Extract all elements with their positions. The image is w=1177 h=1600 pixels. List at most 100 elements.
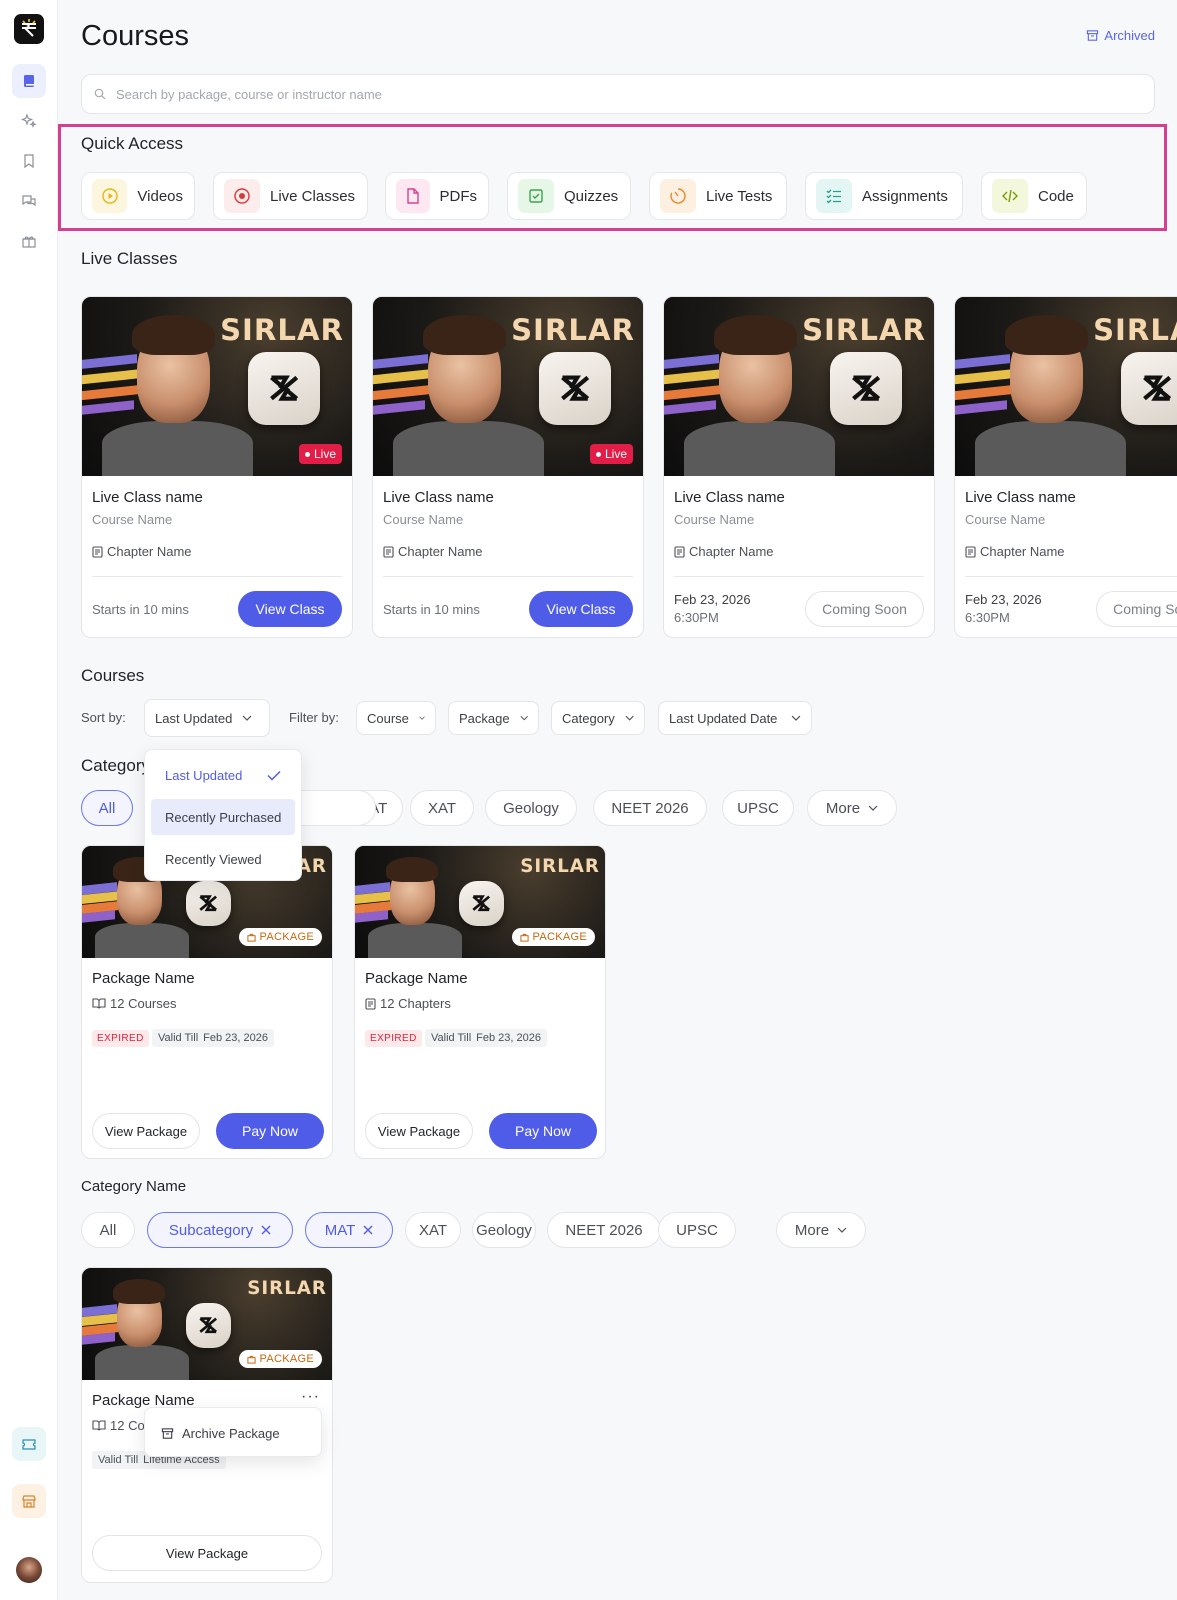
category-chip-neet-2026[interactable]: NEET 2026	[593, 790, 707, 826]
category-chip-xat[interactable]: XAT	[410, 790, 474, 826]
category-chip-all[interactable]: All	[81, 790, 133, 826]
filter-category-dropdown[interactable]: Category	[551, 701, 645, 735]
search-input[interactable]: Search by package, course or instructor …	[81, 74, 1155, 114]
live-class-card: SIRLAR Live Class name Course Name Chapter …	[663, 296, 935, 638]
category2-chip-neet-2026[interactable]: NEET 2026	[547, 1212, 661, 1248]
archived-label: Archived	[1104, 28, 1155, 43]
more-options-icon[interactable]: ···	[301, 1388, 320, 1406]
quick-access-videos-button[interactable]: Videos	[81, 172, 195, 220]
live-class-card: SIRLAR Live Class name Course Name Chapter …	[954, 296, 1177, 638]
live-class-name: Live Class name	[674, 489, 785, 506]
coming-soon-button[interactable]: Coming Soon	[1096, 591, 1177, 627]
filter-last-updated-date-dropdown[interactable]: Last Updated Date	[658, 701, 812, 735]
thumbnail-image: SIRLAR Live	[373, 297, 643, 476]
search-icon	[94, 88, 106, 100]
archived-link[interactable]: Archived	[1086, 28, 1155, 43]
category-title: Category	[81, 756, 150, 775]
quick-access-live-classes-button[interactable]: Live Classes	[213, 172, 368, 220]
view-package-button[interactable]: View Package	[92, 1113, 200, 1149]
class-date: Feb 23, 2026	[965, 592, 1042, 607]
view-class-button[interactable]: View Class	[529, 591, 633, 627]
view-class-button[interactable]: View Class	[238, 591, 342, 627]
package-count: 12 Courses	[92, 996, 176, 1011]
view-package-button[interactable]: View Package	[365, 1113, 473, 1149]
sidebar-item-courses[interactable]	[12, 64, 46, 98]
chip-label: All	[98, 799, 116, 817]
valid-value: Feb 23, 2026	[476, 1032, 541, 1044]
valid-value: Feb 23, 2026	[203, 1032, 268, 1044]
close-icon[interactable]	[363, 1225, 373, 1235]
sidebar-item-messages[interactable]	[12, 184, 46, 218]
quick-access-assignments-button[interactable]: Assignments	[805, 172, 963, 220]
quick-access-code-button[interactable]: Code	[981, 172, 1087, 220]
filter-course-dropdown[interactable]: Course	[356, 701, 436, 735]
book-open-icon	[92, 1420, 106, 1431]
quick-access-live-tests-button[interactable]: Live Tests	[649, 172, 787, 220]
pay-now-button[interactable]: Pay Now	[489, 1113, 597, 1149]
app-logo[interactable]	[14, 14, 44, 44]
class-start-time: Starts in 10 mins	[383, 602, 480, 617]
category-chip-geology[interactable]: Geology	[485, 790, 577, 826]
play-circle-icon	[92, 179, 128, 213]
sidebar-item-tickets[interactable]	[12, 1427, 46, 1461]
thumbnail-brand-text: SIRLAR	[1093, 313, 1177, 348]
category2-chip-all[interactable]: All	[81, 1212, 135, 1248]
category2-chip-subcategory[interactable]: Subcategory	[147, 1212, 293, 1248]
avatar[interactable]	[16, 1557, 42, 1583]
sort-option-last-updated[interactable]: Last Updated	[151, 757, 295, 793]
sort-option-recently-viewed[interactable]: Recently Viewed	[151, 841, 295, 877]
thumbnail-image: SIRLAR	[664, 297, 934, 476]
close-icon[interactable]	[261, 1225, 271, 1235]
live-class-card: SIRLAR Live Live Class name Course Name Chap…	[81, 296, 353, 638]
category2-chip-mat[interactable]: MAT	[305, 1212, 393, 1248]
quick-access-label: Assignments	[862, 187, 948, 205]
thumbnail-brand-text: SIRLAR	[247, 1278, 327, 1300]
live-class-name: Live Class name	[383, 489, 494, 506]
filter-label-1: Package	[459, 710, 510, 726]
store-icon	[22, 1495, 36, 1508]
category2-chip-geology[interactable]: Geology	[472, 1212, 536, 1248]
category2-chip-xat[interactable]: XAT	[405, 1212, 461, 1248]
archive-menu: Archive Package	[144, 1407, 322, 1457]
coming-soon-button[interactable]: Coming Soon	[805, 591, 924, 627]
courses-section-title: Courses	[81, 666, 145, 685]
sort-value: Last Updated	[155, 710, 233, 726]
pay-now-button[interactable]: Pay Now	[216, 1113, 324, 1149]
view-package-button[interactable]: View Package	[92, 1535, 322, 1571]
archive-package-label: Archive Package	[182, 1425, 280, 1441]
sidebar-item-bookmarks[interactable]	[12, 144, 46, 178]
thumbnail-image: SIRLAR Live	[82, 297, 352, 476]
card-divider	[92, 576, 342, 577]
sidebar-item-ai[interactable]	[12, 104, 46, 138]
thumbnail-image: SIRLAR PACKAGE	[82, 1268, 332, 1380]
package-badge: PACKAGE	[511, 928, 595, 946]
package-icon	[246, 933, 256, 942]
package-badge: PACKAGE	[238, 928, 322, 946]
class-time: 6:30PM	[965, 610, 1010, 625]
sort-dropdown[interactable]: Last Updated	[144, 699, 270, 737]
category-chip-more[interactable]: More	[807, 790, 897, 826]
chip-label: Subcategory	[168, 1221, 254, 1239]
live-class-chapter: Chapter Name	[965, 544, 1065, 559]
sidebar-item-rewards[interactable]	[12, 224, 46, 258]
chip-label: More	[794, 1221, 830, 1239]
sidebar-item-store[interactable]	[12, 1484, 46, 1518]
quick-access-quizzes-button[interactable]: Quizzes	[507, 172, 631, 220]
live-class-chapter: Chapter Name	[92, 544, 192, 559]
filter-label: Filter by:	[289, 710, 339, 725]
quick-access-pdfs-button[interactable]: PDFs	[385, 172, 489, 220]
sort-option-recently-purchased[interactable]: Recently Purchased	[151, 799, 295, 835]
class-time: 6:30PM	[674, 610, 719, 625]
class-start-time: Starts in 10 mins	[92, 602, 189, 617]
live-class-course: Course Name	[965, 512, 1046, 527]
sidebar	[0, 0, 58, 1600]
package-count-label: 12 Courses	[110, 996, 177, 1011]
package-card: SIRLAR PACKAGE Package Name 12 Chapters EXPI…	[354, 845, 606, 1159]
chapter-label: Chapter Name	[398, 544, 483, 559]
live-class-name: Live Class name	[965, 489, 1076, 506]
category-chip-upsc[interactable]: UPSC	[722, 790, 794, 826]
archive-package-option[interactable]: Archive Package	[151, 1415, 315, 1451]
category2-chip-more[interactable]: More	[776, 1212, 866, 1248]
filter-package-dropdown[interactable]: Package	[448, 701, 539, 735]
category2-chip-upsc[interactable]: UPSC	[658, 1212, 736, 1248]
